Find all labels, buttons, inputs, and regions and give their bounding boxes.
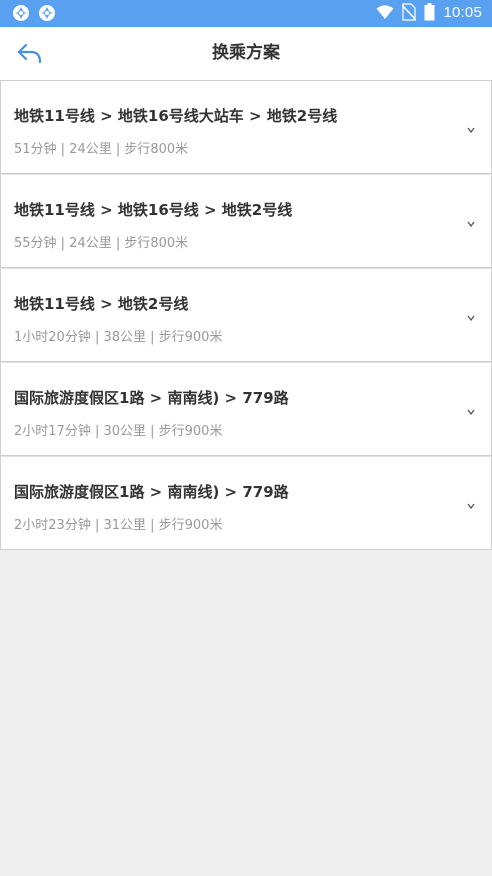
status-system-icons: 10:05: [376, 3, 482, 21]
expand-button[interactable]: [465, 219, 477, 229]
expand-button[interactable]: [465, 407, 477, 417]
route-name: 地铁11号线 > 地铁2号线: [14, 295, 189, 313]
chevron-down-icon: [467, 315, 475, 321]
expand-button[interactable]: [465, 125, 477, 135]
battery-icon: [424, 3, 435, 21]
route-item[interactable]: 国际旅游度假区1路 > 南南线) > 779路 2小时17分钟 | 30公里 |…: [0, 362, 492, 456]
route-name: 国际旅游度假区1路 > 南南线) > 779路: [14, 483, 289, 501]
no-sim-icon: [402, 3, 417, 21]
chevron-down-icon: [467, 221, 475, 227]
expand-button[interactable]: [465, 501, 477, 511]
route-name: 地铁11号线 > 地铁16号线大站车 > 地铁2号线: [14, 107, 338, 125]
route-summary: 2小时23分钟 | 31公里 | 步行900米: [14, 518, 223, 533]
app-notification-icon: [39, 5, 55, 21]
back-arrow-icon: [17, 43, 42, 64]
route-name: 国际旅游度假区1路 > 南南线) > 779路: [14, 389, 289, 407]
route-list: 地铁11号线 > 地铁16号线大站车 > 地铁2号线 51分钟 | 24公里 |…: [0, 80, 492, 550]
route-summary: 51分钟 | 24公里 | 步行800米: [14, 142, 189, 157]
route-item[interactable]: 地铁11号线 > 地铁2号线 1小时20分钟 | 38公里 | 步行900米: [0, 268, 492, 362]
app-bar: 换乘方案: [0, 27, 492, 81]
chevron-down-icon: [467, 409, 475, 415]
route-summary: 55分钟 | 24公里 | 步行800米: [14, 236, 189, 251]
route-item[interactable]: 国际旅游度假区1路 > 南南线) > 779路 2小时23分钟 | 31公里 |…: [0, 456, 492, 550]
back-button[interactable]: [12, 39, 46, 69]
route-item[interactable]: 地铁11号线 > 地铁16号线 > 地铁2号线 55分钟 | 24公里 | 步行…: [0, 174, 492, 268]
page-title: 换乘方案: [212, 43, 280, 63]
route-item[interactable]: 地铁11号线 > 地铁16号线大站车 > 地铁2号线 51分钟 | 24公里 |…: [0, 80, 492, 174]
status-time: 10:05: [443, 3, 482, 21]
app-notification-icon: [13, 5, 29, 21]
route-name: 地铁11号线 > 地铁16号线 > 地铁2号线: [14, 201, 293, 219]
chevron-down-icon: [467, 127, 475, 133]
status-bar: 10:05: [0, 0, 492, 27]
expand-button[interactable]: [465, 313, 477, 323]
route-summary: 1小时20分钟 | 38公里 | 步行900米: [14, 330, 223, 345]
status-notifications: [12, 4, 56, 22]
wifi-icon: [376, 5, 394, 19]
route-summary: 2小时17分钟 | 30公里 | 步行900米: [14, 424, 223, 439]
chevron-down-icon: [467, 503, 475, 509]
